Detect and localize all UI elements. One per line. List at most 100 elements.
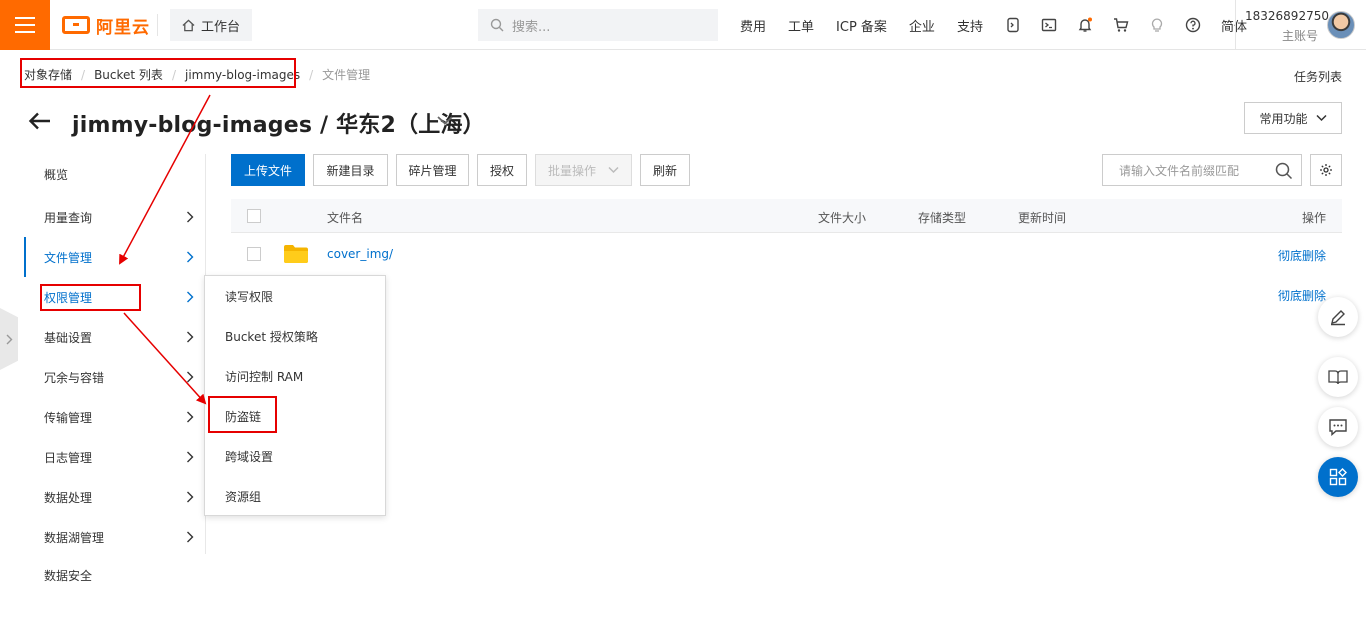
breadcrumb-bucket-list[interactable]: Bucket 列表: [94, 66, 163, 83]
chevron-down-icon: [608, 166, 619, 174]
settings-button[interactable]: [1310, 154, 1342, 186]
sidebar-item-label: 冗余与容错: [44, 370, 105, 385]
permanent-delete-link[interactable]: 彻底删除: [1278, 247, 1326, 264]
nav-link-billing[interactable]: 费用: [740, 16, 766, 35]
back-arrow-icon[interactable]: [28, 109, 52, 133]
breadcrumb-bucket[interactable]: jimmy-blog-images: [185, 68, 300, 82]
upload-file-button[interactable]: 上传文件: [231, 154, 305, 186]
sidebar-item-data-security[interactable]: 数据安全: [24, 555, 206, 595]
sidebar-item-label: 日志管理: [44, 450, 93, 465]
top-navigation-bar: 阿里云 工作台 搜索... 费用 工单 ICP 备案 企业 支持 简体 1832…: [0, 0, 1366, 50]
sidebar-item-label: 传输管理: [44, 410, 93, 425]
chevron-right-icon: [187, 371, 194, 383]
lightbulb-icon[interactable]: [1149, 17, 1165, 33]
apps-grid-button[interactable]: [1318, 457, 1358, 497]
documentation-button[interactable]: [1318, 357, 1358, 397]
column-updated-time: 更新时间: [1018, 211, 1067, 225]
breadcrumb: 对象存储 / Bucket 列表 / jimmy-blog-images / 文…: [24, 66, 370, 83]
submenu-item-hotlink-protection[interactable]: 防盗链: [205, 396, 385, 436]
home-icon: [182, 19, 195, 31]
breadcrumb-separator: /: [309, 67, 314, 82]
chevron-down-icon: [1315, 114, 1327, 122]
sidebar-item-usage[interactable]: 用量查询: [24, 197, 206, 237]
search-icon: [490, 18, 504, 32]
avatar[interactable]: [1327, 11, 1355, 39]
breadcrumb-oss[interactable]: 对象存储: [24, 66, 72, 83]
chevron-right-icon: [187, 531, 194, 543]
divider: [157, 14, 158, 36]
user-account-menu[interactable]: 18326892750 主账号: [1235, 0, 1366, 50]
folder-icon: [284, 245, 308, 263]
submenu-item-bucket-policy[interactable]: Bucket 授权策略: [205, 316, 385, 356]
cart-icon[interactable]: [1113, 17, 1129, 33]
chevron-right-icon: [187, 291, 194, 303]
row-checkbox[interactable]: [247, 247, 261, 261]
sidebar-item-permission-management[interactable]: 权限管理: [24, 277, 206, 317]
global-search-input[interactable]: 搜索...: [478, 9, 718, 41]
file-table-header: 文件名 文件大小 存储类型 更新时间 操作: [231, 199, 1342, 233]
sidebar-item-logs[interactable]: 日志管理: [24, 437, 206, 477]
sidebar-item-label: 数据湖管理: [44, 530, 105, 545]
fragment-management-button[interactable]: 碎片管理: [396, 154, 469, 186]
common-functions-button[interactable]: 常用功能: [1244, 102, 1342, 134]
submenu-item-resource-group[interactable]: 资源组: [205, 476, 385, 516]
search-icon[interactable]: [1275, 162, 1293, 180]
help-icon[interactable]: [1185, 17, 1201, 33]
common-functions-label: 常用功能: [1259, 111, 1308, 126]
sidebar-item-file-management[interactable]: 文件管理: [24, 237, 206, 277]
batch-operations-label: 批量操作: [547, 163, 596, 178]
sidebar-item-data-processing[interactable]: 数据处理: [24, 477, 206, 517]
nav-link-tickets[interactable]: 工单: [788, 16, 814, 35]
task-list-link[interactable]: 任务列表: [1294, 68, 1342, 85]
chevron-right-icon: [187, 451, 194, 463]
file-name-link[interactable]: cover_img/: [327, 247, 393, 261]
app-icon[interactable]: [1005, 17, 1021, 33]
sidebar-item-redundancy[interactable]: 冗余与容错: [24, 357, 206, 397]
sidebar-item-label: 权限管理: [44, 290, 93, 305]
nav-link-support[interactable]: 支持: [957, 16, 983, 35]
notification-bell-icon[interactable]: [1077, 17, 1093, 33]
chevron-right-icon: [187, 211, 194, 223]
feedback-edit-button[interactable]: [1318, 297, 1358, 337]
permission-submenu: 读写权限 Bucket 授权策略 访问控制 RAM 防盗链 跨域设置 资源组: [204, 275, 386, 516]
select-all-checkbox[interactable]: [247, 209, 261, 223]
sidebar-item-transfer[interactable]: 传输管理: [24, 397, 206, 437]
batch-operations-button: 批量操作: [535, 154, 632, 186]
workbench-button[interactable]: 工作台: [170, 9, 252, 41]
refresh-button[interactable]: 刷新: [640, 154, 690, 186]
sidebar-collapse-handle[interactable]: [0, 308, 18, 370]
breadcrumb-current: 文件管理: [322, 68, 371, 82]
submenu-item-read-write-permission[interactable]: 读写权限: [205, 276, 385, 316]
file-search-placeholder: 请输入文件名前缀匹配: [1119, 163, 1240, 178]
apps-grid-icon: [1329, 468, 1347, 486]
sidebar-item-overview[interactable]: 概览: [24, 154, 206, 194]
aliyun-logo[interactable]: 阿里云: [62, 13, 150, 38]
authorize-button[interactable]: 授权: [477, 154, 527, 186]
new-directory-button[interactable]: 新建目录: [313, 154, 388, 186]
permanent-delete-link[interactable]: 彻底删除: [1278, 287, 1326, 304]
chevron-right-icon: [187, 251, 194, 263]
book-icon: [1328, 370, 1348, 385]
nav-link-icp[interactable]: ICP 备案: [836, 16, 887, 35]
chat-support-button[interactable]: [1318, 407, 1358, 447]
workbench-label: 工作台: [200, 19, 240, 35]
user-role: 主账号: [1282, 29, 1319, 43]
chevron-down-icon[interactable]: [436, 113, 454, 127]
nav-link-enterprise[interactable]: 企业: [909, 16, 935, 35]
submenu-item-ram[interactable]: 访问控制 RAM: [205, 356, 385, 396]
hamburger-menu-button[interactable]: [0, 0, 50, 50]
submenu-item-cors[interactable]: 跨域设置: [205, 436, 385, 476]
chat-bubble-icon: [1329, 419, 1347, 436]
column-actions: 操作: [1302, 211, 1327, 225]
sidebar-item-data-lake[interactable]: 数据湖管理: [24, 517, 206, 557]
chevron-right-icon: [187, 491, 194, 503]
top-nav-links: 费用 工单 ICP 备案 企业 支持 简体: [740, 0, 1269, 50]
terminal-icon[interactable]: [1041, 17, 1057, 33]
gear-icon: [1320, 164, 1332, 176]
file-prefix-search-input[interactable]: 请输入文件名前缀匹配: [1102, 154, 1302, 186]
aliyun-logo-icon: [62, 16, 90, 34]
breadcrumb-separator: /: [171, 67, 176, 82]
sidebar-item-basic-settings[interactable]: 基础设置: [24, 317, 206, 357]
column-storage-class: 存储类型: [918, 211, 967, 225]
sidebar-item-label: 基础设置: [44, 330, 93, 345]
